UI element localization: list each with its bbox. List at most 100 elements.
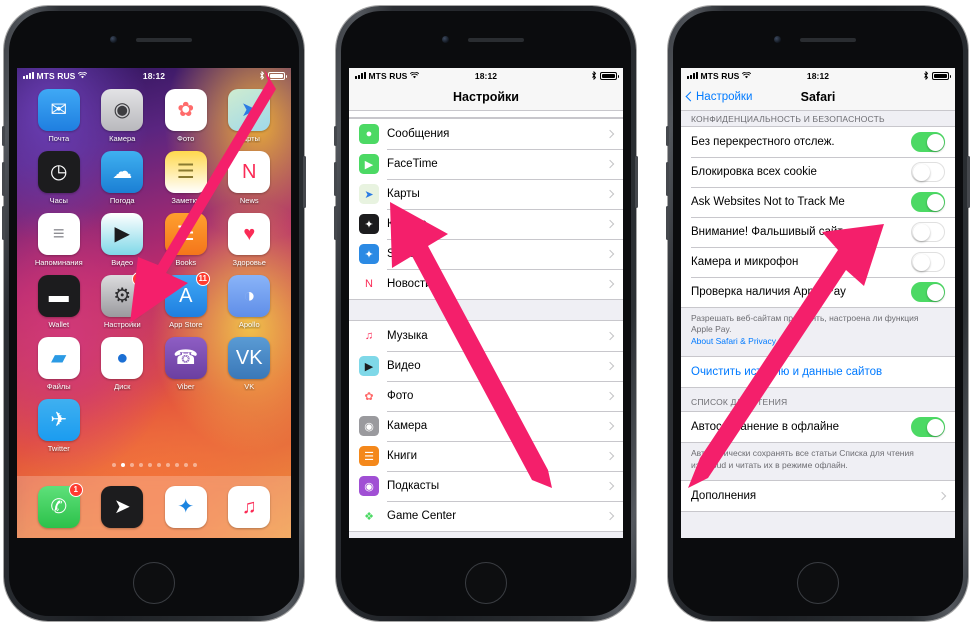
row-check-for-apple-pay[interactable]: Проверка наличия Apple Pay xyxy=(681,277,955,307)
messages-icon: ● xyxy=(359,124,379,144)
settings-row-camera[interactable]: ◉ Камера xyxy=(349,411,623,441)
chevron-right-icon xyxy=(605,481,615,491)
volume-up-button[interactable] xyxy=(334,162,337,196)
phone-2-settings: MTS RUS 18:12 Настройки ● Сообщения ▶ Fa… xyxy=(334,6,638,621)
fraudulent-site-toggle[interactable] xyxy=(911,222,945,242)
app-icon-notes[interactable]: ☰ Заметки xyxy=(158,151,214,205)
row-label: Safari xyxy=(387,248,418,260)
row-clear-history[interactable]: Очистить историю и данные сайтов xyxy=(681,357,955,388)
app-icon-viber[interactable]: ☎ Viber xyxy=(158,337,214,391)
reading-list-footer-text: Автоматически сохранять все статьи Списк… xyxy=(681,443,955,480)
row-ask-not-to-track[interactable]: Ask Websites Not to Track Me xyxy=(681,187,955,217)
app-icon-videos[interactable]: ▶ Видео xyxy=(94,213,150,267)
chevron-right-icon xyxy=(605,391,615,401)
camera-microphone-toggle[interactable] xyxy=(911,252,945,272)
dock-icon-safari[interactable]: ✦ xyxy=(158,486,214,528)
safari-settings-scroll-view[interactable]: КОНФИДЕНЦИАЛЬНОСТЬ И БЕЗОПАСНОСТЬ Без пе… xyxy=(681,111,955,538)
settings-row-facetime[interactable]: ▶ FaceTime xyxy=(349,149,623,179)
settings-row-podcasts[interactable]: ◉ Подкасты xyxy=(349,471,623,501)
app-icon-clock[interactable]: ◷ Часы xyxy=(31,151,87,205)
home-button[interactable] xyxy=(797,562,839,604)
videos-icon: ▶ xyxy=(101,213,144,255)
app-icon-mail[interactable]: ✉ Почта xyxy=(31,89,87,143)
settings-row-books[interactable]: ☰ Книги xyxy=(349,441,623,471)
volume-down-button[interactable] xyxy=(666,206,669,240)
row-prevent-cross-site-tracking[interactable]: Без перекрестного отслеж. xyxy=(681,127,955,157)
settings-row-messages[interactable]: ● Сообщения xyxy=(349,119,623,149)
app-icon-app-store[interactable]: 11 A App Store xyxy=(158,272,214,329)
app-icon-weather[interactable]: ☁ Погода xyxy=(94,151,150,205)
chevron-right-icon xyxy=(605,279,615,289)
app-icon-books[interactable]: ☰ Books xyxy=(158,213,214,267)
app-icon-camera[interactable]: ◉ Камера xyxy=(94,89,150,143)
home-button[interactable] xyxy=(465,562,507,604)
back-button[interactable]: Настройки xyxy=(685,91,752,103)
volume-down-button[interactable] xyxy=(2,206,5,240)
volume-up-button[interactable] xyxy=(666,162,669,196)
dock-icon-music[interactable]: ♫ xyxy=(221,486,277,528)
settings-row-maps[interactable]: ➤ Карты xyxy=(349,179,623,209)
settings-row-photos[interactable]: ✿ Фото xyxy=(349,381,623,411)
volume-up-button[interactable] xyxy=(2,162,5,196)
prevent-cross-site-tracking-toggle[interactable] xyxy=(911,132,945,152)
about-safari-privacy-link[interactable]: About Safari & Privacy. xyxy=(691,336,778,346)
disk-icon: ● xyxy=(101,337,144,379)
dock: 1 ✆ ➤ ✦ ♫ xyxy=(17,476,291,538)
silent-switch[interactable] xyxy=(2,126,5,146)
row-block-all-cookies[interactable]: Блокировка всех cookie xyxy=(681,157,955,187)
app-label: Напоминания xyxy=(34,258,83,267)
app-icon-maps[interactable]: ➤ Карты xyxy=(221,89,277,143)
ask-websites-not-to-track-toggle[interactable] xyxy=(911,192,945,212)
telegram-icon: ➤ xyxy=(101,486,144,528)
app-label: Wallet xyxy=(48,320,70,329)
section-header-reading-list: СПИСОК ДЛЯ ЧТЕНИЯ xyxy=(691,397,788,408)
chevron-right-icon xyxy=(605,331,615,341)
settings-row-music[interactable]: ♫ Музыка xyxy=(349,321,623,351)
row-automatically-save-offline[interactable]: Автосохранение в офлайне xyxy=(681,412,955,443)
app-grid: ✉ Почта ◉ Камера ✿ Фото ➤ Карты ◷ Часы ☁ Погод… xyxy=(17,83,291,453)
app-icon-health[interactable]: ♥ Здоровье xyxy=(221,213,277,267)
app-icon-wallet[interactable]: ▬ Wallet xyxy=(31,275,87,329)
app-icon-settings[interactable]: 1 ⚙ Настройки xyxy=(94,272,150,329)
wallet-icon: ▬ xyxy=(37,275,80,317)
page-indicator-dots[interactable] xyxy=(17,463,291,467)
dock-icon-phone[interactable]: 1 ✆ xyxy=(31,483,87,528)
power-button[interactable] xyxy=(303,156,306,208)
home-screen-wallpaper: MTS RUS 18:12 ✉ Почта ◉ Камера ✿ Фото ➤ … xyxy=(17,68,291,538)
news-icon: N xyxy=(228,151,271,193)
settings-row-videos[interactable]: ▶ Видео xyxy=(349,351,623,381)
row-advanced[interactable]: Дополнения xyxy=(681,481,955,512)
settings-row-news[interactable]: N Новости xyxy=(349,269,623,299)
power-button[interactable] xyxy=(967,156,970,208)
silent-switch[interactable] xyxy=(666,126,669,146)
power-button[interactable] xyxy=(635,156,638,208)
settings-row-safari[interactable]: ✦ Safari xyxy=(349,239,623,269)
app-icon-photos[interactable]: ✿ Фото xyxy=(158,89,214,143)
row-label: Сообщения xyxy=(387,128,450,140)
apple-pay-check-toggle[interactable] xyxy=(911,282,945,302)
app-icon-news[interactable]: N News xyxy=(221,151,277,205)
partial-row-top xyxy=(349,111,623,118)
chevron-right-icon xyxy=(605,129,615,139)
app-icon-reminders[interactable]: ≡ Напоминания xyxy=(31,213,87,267)
app-label: Books xyxy=(175,258,197,267)
dock-icon-telegram[interactable]: ➤ xyxy=(94,486,150,528)
block-all-cookies-toggle[interactable] xyxy=(911,162,945,182)
app-icon-vk[interactable]: VK VK xyxy=(221,337,277,391)
row-camera-and-microphone[interactable]: Камера и микрофон xyxy=(681,247,955,277)
settings-group-apps: ● Сообщения ▶ FaceTime ➤ Карты ✦ Компас … xyxy=(349,118,623,300)
files-icon: ▰ xyxy=(37,337,80,379)
row-fraudulent-website-warning[interactable]: Внимание! Фальшивый сайт xyxy=(681,217,955,247)
settings-scroll-view[interactable]: ● Сообщения ▶ FaceTime ➤ Карты ✦ Компас … xyxy=(349,111,623,538)
app-icon-files[interactable]: ▰ Файлы xyxy=(31,337,87,391)
silent-switch[interactable] xyxy=(334,126,337,146)
save-offline-toggle[interactable] xyxy=(911,417,945,438)
volume-down-button[interactable] xyxy=(334,206,337,240)
home-button[interactable] xyxy=(133,562,175,604)
app-label: Фото xyxy=(177,134,195,143)
app-icon-disk[interactable]: ● Диск xyxy=(94,337,150,391)
settings-row-game-center[interactable]: ❖ Game Center xyxy=(349,501,623,531)
app-icon-twitter[interactable]: ✈ Twitter xyxy=(31,399,87,453)
app-icon-apollo[interactable]: ◑ Apollo xyxy=(221,275,277,329)
settings-row-compass[interactable]: ✦ Компас xyxy=(349,209,623,239)
